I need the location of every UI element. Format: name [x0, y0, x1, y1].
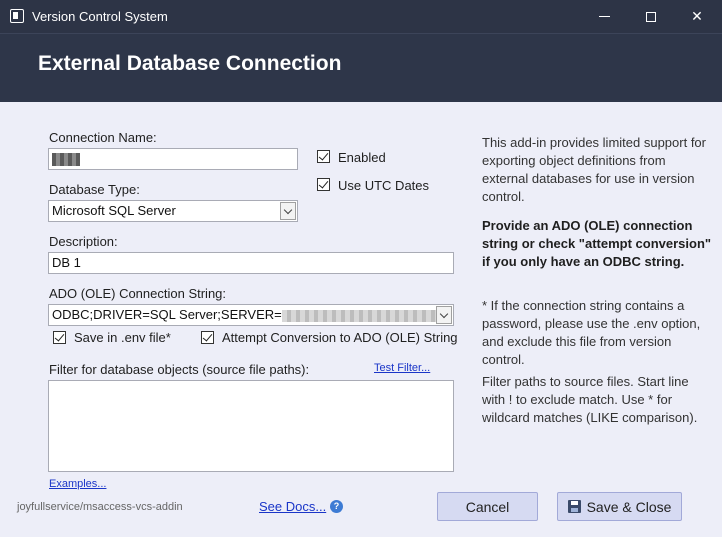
cancel-button[interactable]: Cancel — [437, 492, 538, 521]
connection-string-dropdown-button[interactable] — [436, 306, 452, 324]
info-connection-hint-text: Provide an ADO (OLE) connection string o… — [482, 218, 712, 269]
title-bar: Version Control System ✕ — [0, 0, 722, 33]
save-icon — [567, 500, 581, 513]
connection-string-input[interactable]: ODBC;DRIVER=SQL Server;SERVER= — [48, 304, 454, 326]
save-env-label: Save in .env file* — [74, 330, 171, 345]
info-password-note: * If the connection string contains a pa… — [482, 298, 701, 367]
repo-label: joyfullservice/msaccess-vcs-addin — [17, 501, 183, 513]
help-icon[interactable]: ? — [330, 500, 343, 513]
cancel-button-label: Cancel — [465, 498, 510, 515]
maximize-icon — [646, 11, 656, 22]
info-filter-note: Filter paths to source files. Start line… — [482, 374, 698, 425]
test-filter-link[interactable]: Test Filter... — [374, 362, 430, 374]
enabled-checkbox[interactable] — [317, 150, 330, 163]
app-icon — [10, 9, 24, 23]
filter-textarea[interactable] — [48, 380, 454, 472]
window-title: Version Control System — [32, 9, 168, 24]
connection-name-label: Connection Name: — [49, 130, 157, 145]
minimize-icon — [598, 16, 610, 17]
maximize-button[interactable] — [628, 0, 674, 33]
close-button[interactable]: ✕ — [674, 0, 720, 33]
info-intro: This add-in provides limited support for… — [482, 135, 706, 204]
database-type-dropdown-button[interactable] — [280, 202, 296, 220]
description-value: DB 1 — [52, 255, 81, 270]
attempt-conversion-checkbox[interactable] — [201, 331, 214, 344]
page-title: External Database Connection — [38, 52, 342, 75]
minimize-button[interactable] — [581, 0, 627, 33]
use-utc-dates-label: Use UTC Dates — [338, 178, 430, 193]
database-type-label: Database Type: — [49, 182, 140, 197]
connection-name-input[interactable] — [48, 148, 298, 170]
see-docs-link[interactable]: See Docs... — [259, 499, 326, 514]
attempt-conversion-label: Attempt Conversion to ADO (OLE) String — [222, 330, 458, 345]
description-label: Description: — [49, 234, 118, 249]
info-connection-hint: Provide an ADO (OLE) connection string o… — [482, 217, 714, 271]
filter-label: Filter for database objects (source file… — [49, 362, 310, 377]
enabled-label: Enabled — [338, 150, 386, 165]
close-icon: ✕ — [691, 8, 703, 24]
chevron-down-icon — [283, 205, 293, 214]
redacted-value — [281, 309, 442, 322]
redacted-value — [52, 153, 80, 167]
connection-string-value: ODBC;DRIVER=SQL Server;SERVER= — [52, 307, 282, 322]
save-close-button-label: Save & Close — [586, 498, 672, 515]
save-env-checkbox[interactable] — [53, 331, 66, 344]
header-banner: External Database Connection — [0, 33, 722, 102]
save-close-button[interactable]: Save & Close — [557, 492, 682, 521]
description-input[interactable]: DB 1 — [48, 252, 454, 274]
examples-link[interactable]: Examples... — [49, 478, 106, 490]
database-type-select[interactable]: Microsoft SQL Server — [48, 200, 298, 222]
chevron-down-icon — [439, 309, 449, 318]
database-type-value: Microsoft SQL Server — [52, 203, 176, 218]
use-utc-dates-checkbox[interactable] — [317, 178, 330, 191]
connection-string-label: ADO (OLE) Connection String: — [49, 286, 227, 301]
